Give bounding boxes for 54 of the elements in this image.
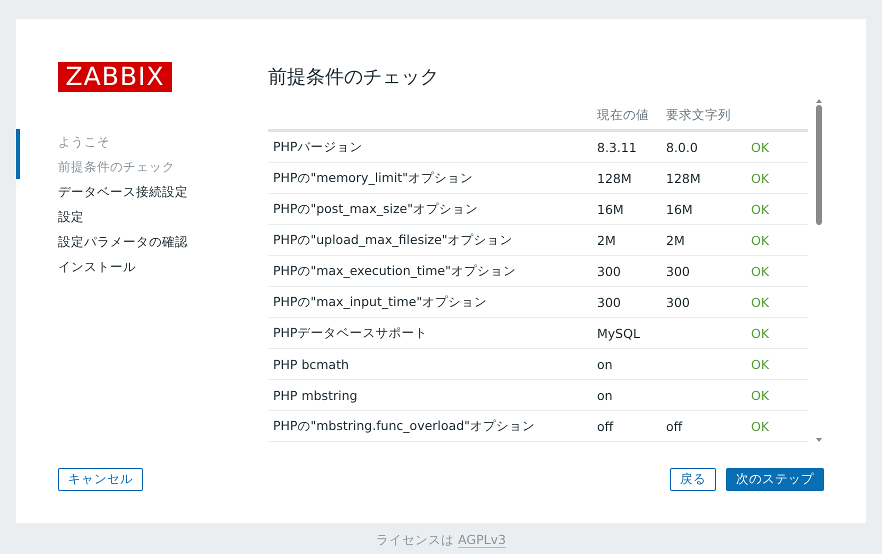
next-step-button[interactable]: 次のステップ: [726, 468, 824, 491]
column-header: 要求文字列: [661, 107, 746, 130]
status-cell: OK: [746, 410, 808, 442]
table-cell: PHPの"memory_limit"オプション: [268, 162, 592, 194]
table-cell: 128M: [592, 162, 661, 194]
status-cell: OK: [746, 130, 808, 162]
table-cell: off: [661, 410, 746, 442]
status-cell: OK: [746, 380, 808, 410]
table-cell: 8.3.11: [592, 130, 661, 162]
table-cell: 16M: [592, 194, 661, 224]
column-header: 現在の値: [592, 107, 661, 130]
step-item: 設定: [57, 208, 85, 226]
table-cell: PHPデータベースサポート: [268, 318, 592, 348]
table-cell: PHPの"max_execution_time"オプション: [268, 256, 592, 286]
table-cell: 8.0.0: [661, 130, 746, 162]
table-cell: 300: [592, 256, 661, 286]
table-cell: PHPの"upload_max_filesize"オプション: [268, 224, 592, 256]
table-cell: 128M: [661, 162, 746, 194]
table-cell: 300: [661, 256, 746, 286]
step-item: 前提条件のチェック: [16, 154, 268, 179]
table-cell: PHPバージョン: [268, 130, 592, 162]
table-cell: PHPの"max_input_time"オプション: [268, 286, 592, 318]
step-item: ようこそ: [16, 129, 268, 154]
scroll-up-icon[interactable]: [816, 99, 822, 103]
zabbix-logo: ZABBIX: [58, 62, 172, 92]
status-cell: OK: [746, 224, 808, 256]
status-cell: OK: [746, 162, 808, 194]
table-cell: 2M: [592, 224, 661, 256]
scrollbar-thumb[interactable]: [816, 105, 822, 225]
table-cell: on: [592, 380, 661, 410]
table-cell: 2M: [661, 224, 746, 256]
status-cell: OK: [746, 318, 808, 348]
page-title: 前提条件のチェック: [268, 65, 440, 90]
status-cell: OK: [746, 348, 808, 380]
table-cell: 300: [661, 286, 746, 318]
table-cell: on: [592, 348, 661, 380]
cancel-button[interactable]: キャンセル: [58, 468, 143, 491]
scroll-down-icon[interactable]: [816, 438, 822, 442]
step-item: 設定パラメータの確認: [57, 233, 189, 251]
step-item: インストール: [57, 258, 137, 276]
status-cell: OK: [746, 256, 808, 286]
status-cell: OK: [746, 286, 808, 318]
status-cell: OK: [746, 194, 808, 224]
license-text: ライセンスは: [376, 532, 454, 547]
table-cell: PHPの"post_max_size"オプション: [268, 194, 592, 224]
table-cell: 16M: [661, 194, 746, 224]
table-cell: MySQL: [592, 318, 661, 348]
table-cell: PHPの"mbstring.func_overload"オプション: [268, 410, 592, 442]
table-cell: off: [592, 410, 661, 442]
back-button[interactable]: 戻る: [670, 468, 716, 491]
step-item: データベース接続設定: [57, 183, 189, 201]
table-cell: PHP bcmath: [268, 348, 592, 380]
table-cell: PHP mbstring: [268, 380, 592, 410]
table-cell: 300: [592, 286, 661, 318]
